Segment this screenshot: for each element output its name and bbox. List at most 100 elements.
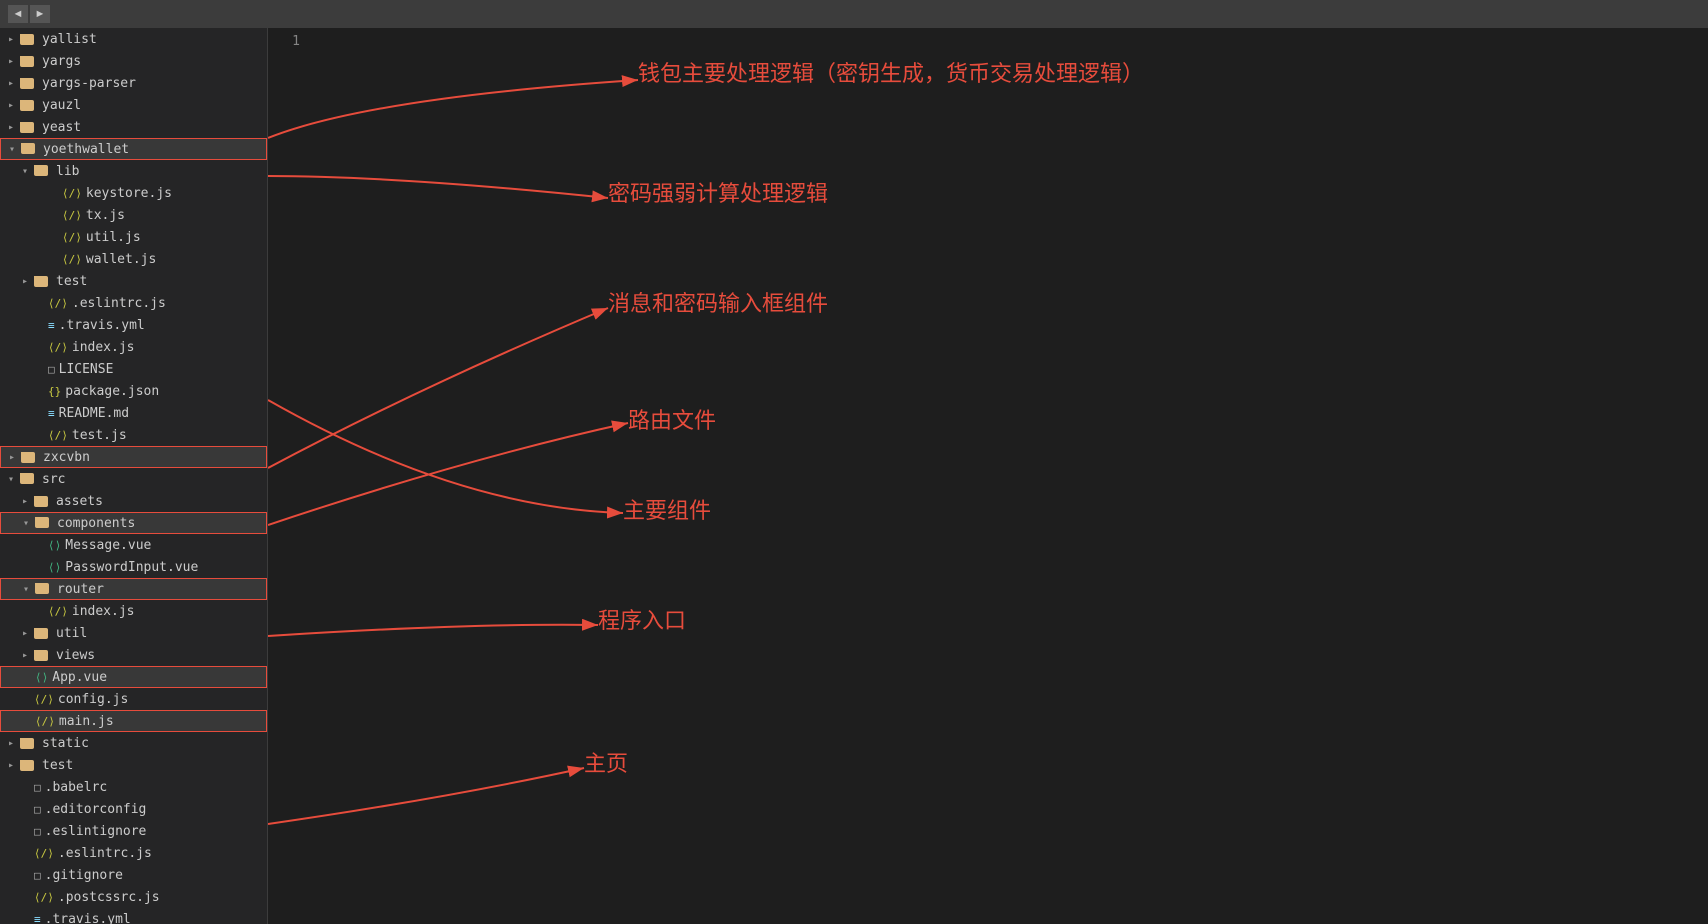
file-icon-.eslintrc.js: ⟨/⟩ — [48, 297, 68, 310]
arrow-icon-test2 — [8, 760, 18, 771]
toolbar: ◄ ► — [0, 0, 1708, 28]
sidebar-item-yauzl[interactable]: yauzl — [0, 94, 267, 116]
sidebar-item-lib[interactable]: lib — [0, 160, 267, 182]
sidebar-item-.travis.yml[interactable]: ≡.travis.yml — [0, 314, 267, 336]
sidebar-item-test2[interactable]: test — [0, 754, 267, 776]
file-icon-.travis.yml2: ≡ — [34, 913, 41, 924]
file-label-index.js: index.js — [72, 340, 135, 355]
file-label-yargs: yargs — [42, 54, 81, 69]
sidebar-item-assets[interactable]: assets — [0, 490, 267, 512]
folder-shape-yauzl — [20, 100, 34, 111]
arrow-icon-static — [8, 738, 18, 749]
sidebar-item-main.js[interactable]: ⟨/⟩ main.js — [0, 710, 267, 732]
folder-shape-zxcvbn — [21, 452, 35, 463]
sidebar-item-components[interactable]: components — [0, 512, 267, 534]
arrow-icon-src — [8, 474, 18, 485]
sidebar-item-PasswordInput.vue[interactable]: ⟨⟩PasswordInput.vue — [0, 556, 267, 578]
sidebar-item-router[interactable]: router — [0, 578, 267, 600]
file-label-keystore.js: keystore.js — [86, 186, 172, 201]
sidebar-item-App.vue[interactable]: ⟨⟩App.vue — [0, 666, 267, 688]
folder-shape-yargs-parser — [20, 78, 34, 89]
folder-shape-test2 — [20, 760, 34, 771]
file-label-.travis.yml2: .travis.yml — [45, 912, 131, 924]
file-icon-package.json: {} — [48, 385, 61, 398]
sidebar-item-config.js[interactable]: ⟨/⟩config.js — [0, 688, 267, 710]
file-icon-util — [34, 626, 52, 641]
arrow-icon-router — [23, 584, 33, 595]
sidebar-item-LICENSE[interactable]: □LICENSE — [0, 358, 267, 380]
sidebar-item-src[interactable]: src — [0, 468, 267, 490]
sidebar-item-yargs-parser[interactable]: yargs-parser — [0, 72, 267, 94]
file-tree-sidebar[interactable]: yallist yargs yargs-parser yauzlyeastyoethw… — [0, 28, 268, 924]
file-icon-README.md: ≡ — [48, 407, 55, 420]
sidebar-item-.gitignore[interactable]: □.gitignore — [0, 864, 267, 886]
sidebar-item-.eslintrc.js[interactable]: ⟨/⟩ .eslintrc.js — [0, 292, 267, 314]
sidebar-item-README.md[interactable]: ≡README.md — [0, 402, 267, 424]
sidebar-item-.babelrc[interactable]: □.babelrc — [0, 776, 267, 798]
file-icon-index.js: ⟨/⟩ — [48, 341, 68, 354]
sidebar-item-package.json[interactable]: {}package.json — [0, 380, 267, 402]
back-button[interactable]: ◄ — [8, 5, 28, 23]
sidebar-item-util.js[interactable]: ⟨/⟩util.js — [0, 226, 267, 248]
file-icon-Message.vue: ⟨⟩ — [48, 539, 61, 552]
folder-shape-assets — [34, 496, 48, 507]
folder-shape-yargs — [20, 56, 34, 67]
line-number-1: 1 — [268, 32, 300, 51]
sidebar-item-yoethwallet[interactable]: yoethwallet — [0, 138, 267, 160]
sidebar-item-wallet.js[interactable]: ⟨/⟩wallet.js — [0, 248, 267, 270]
file-label-.postcssrc.js: .postcssrc.js — [58, 890, 160, 905]
file-icon-tx.js: ⟨/⟩ — [62, 209, 82, 222]
file-icon-main.js: ⟨/⟩ — [35, 715, 55, 728]
file-label-config.js: config.js — [58, 692, 128, 707]
sidebar-item-util[interactable]: util — [0, 622, 267, 644]
sidebar-item-yargs[interactable]: yargs — [0, 50, 267, 72]
file-icon-keystore.js: ⟨/⟩ — [62, 187, 82, 200]
sidebar-item-router-index.js[interactable]: ⟨/⟩index.js — [0, 600, 267, 622]
file-label-main.js: main.js — [59, 714, 114, 729]
file-label-yargs-parser: yargs-parser — [42, 76, 136, 91]
line-numbers: 1 — [268, 28, 308, 55]
arrow-icon-assets — [22, 496, 32, 507]
file-label-tx.js: tx.js — [86, 208, 125, 223]
file-icon-lib — [34, 165, 52, 177]
file-icon-.eslintignore: □ — [34, 825, 41, 838]
sidebar-item-Message.vue[interactable]: ⟨⟩ Message.vue — [0, 534, 267, 556]
folder-shape-components — [35, 517, 49, 528]
forward-button[interactable]: ► — [30, 5, 50, 23]
sidebar-item-.eslintignore[interactable]: □.eslintignore — [0, 820, 267, 842]
sidebar-item-test.js[interactable]: ⟨/⟩test.js — [0, 424, 267, 446]
sidebar-item-.editorconfig[interactable]: □.editorconfig — [0, 798, 267, 820]
sidebar-item-test[interactable]: test — [0, 270, 267, 292]
sidebar-item-views[interactable]: views — [0, 644, 267, 666]
annotation-ann4: 路由文件 — [628, 403, 716, 435]
sidebar-item-static[interactable]: static — [0, 732, 267, 754]
sidebar-item-yeast[interactable]: yeast — [0, 116, 267, 138]
file-icon-.travis.yml: ≡ — [48, 319, 55, 332]
sidebar-item-.postcssrc.js[interactable]: ⟨/⟩.postcssrc.js — [0, 886, 267, 908]
sidebar-item-tx.js[interactable]: ⟨/⟩ tx.js — [0, 204, 267, 226]
file-label-.gitignore: .gitignore — [45, 868, 123, 883]
sidebar-item-.travis.yml2[interactable]: ≡ .travis.yml — [0, 908, 267, 924]
folder-shape-router — [35, 583, 49, 594]
sidebar-item-yallist[interactable]: yallist — [0, 28, 267, 50]
file-icon-test.js: ⟨/⟩ — [48, 429, 68, 442]
file-label-.eslintrc.js2: .eslintrc.js — [58, 846, 152, 861]
file-icon-yallist — [20, 32, 38, 47]
file-label-Message.vue: Message.vue — [65, 538, 151, 553]
folder-shape-util — [34, 628, 48, 639]
sidebar-item-keystore.js[interactable]: ⟨/⟩ keystore.js — [0, 182, 267, 204]
file-label-wallet.js: wallet.js — [86, 252, 156, 267]
file-label-.eslintrc.js: .eslintrc.js — [72, 296, 166, 311]
arrow-icon-test — [22, 276, 32, 287]
sidebar-item-zxcvbn[interactable]: zxcvbn — [0, 446, 267, 468]
file-label-yallist: yallist — [42, 32, 97, 47]
file-label-static: static — [42, 736, 89, 751]
file-label-.babelrc: .babelrc — [45, 780, 108, 795]
file-label-router: router — [57, 582, 104, 597]
annotation-ann3: 消息和密码输入框组件 — [608, 286, 828, 318]
annotation-ann1: 钱包主要处理逻辑（密钥生成，货币交易处理逻辑） — [638, 56, 1144, 88]
file-icon-test2 — [20, 758, 38, 773]
sidebar-item-.eslintrc.js2[interactable]: ⟨/⟩.eslintrc.js — [0, 842, 267, 864]
sidebar-item-index.js[interactable]: ⟨/⟩ index.js — [0, 336, 267, 358]
folder-shape-yallist — [20, 34, 34, 45]
